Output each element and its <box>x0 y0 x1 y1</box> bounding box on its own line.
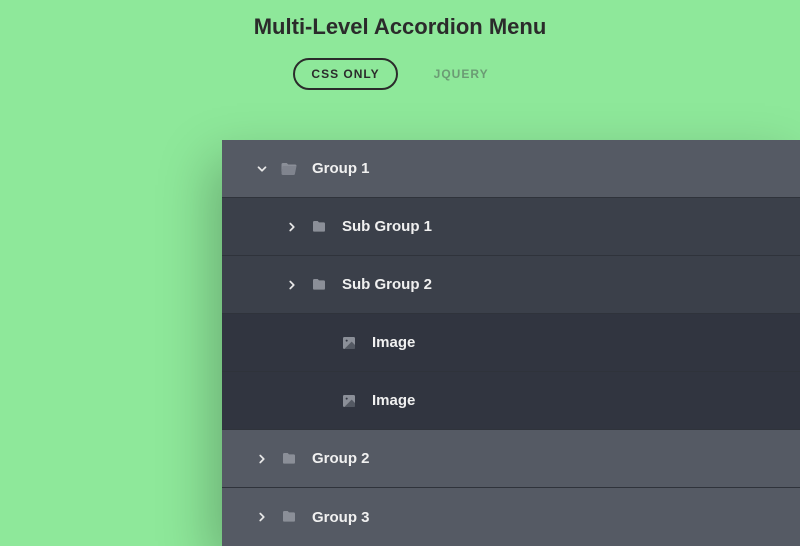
menu-label: Group 2 <box>312 450 370 467</box>
menu-subgroup-1[interactable]: Sub Group 1 <box>222 198 800 256</box>
folder-icon <box>280 508 298 526</box>
menu-label: Sub Group 2 <box>342 276 432 293</box>
folder-open-icon <box>280 160 298 178</box>
tab-bar: CSS ONLY JQUERY <box>0 58 800 90</box>
image-icon <box>340 392 358 410</box>
image-icon <box>340 334 358 352</box>
menu-label: Group 3 <box>312 509 370 526</box>
tab-jquery[interactable]: JQUERY <box>416 58 507 90</box>
chevron-right-icon <box>284 277 300 293</box>
page-title: Multi-Level Accordion Menu <box>0 0 800 40</box>
tab-css-only[interactable]: CSS ONLY <box>293 58 397 90</box>
chevron-right-icon <box>254 509 270 525</box>
folder-icon <box>310 218 328 236</box>
menu-group-2[interactable]: Group 2 <box>222 430 800 488</box>
menu-image-1[interactable]: Image <box>222 314 800 372</box>
accordion-menu: Group 1 Sub Group 1 Sub Group 2 Image Im… <box>222 140 800 546</box>
folder-icon <box>280 450 298 468</box>
menu-label: Image <box>372 392 415 409</box>
menu-label: Sub Group 1 <box>342 218 432 235</box>
menu-subgroup-2[interactable]: Sub Group 2 <box>222 256 800 314</box>
chevron-right-icon <box>254 451 270 467</box>
menu-label: Group 1 <box>312 160 370 177</box>
menu-group-3[interactable]: Group 3 <box>222 488 800 546</box>
menu-label: Image <box>372 334 415 351</box>
folder-icon <box>310 276 328 294</box>
menu-group-1[interactable]: Group 1 <box>222 140 800 198</box>
chevron-right-icon <box>284 219 300 235</box>
chevron-down-icon <box>254 161 270 177</box>
menu-image-2[interactable]: Image <box>222 372 800 430</box>
